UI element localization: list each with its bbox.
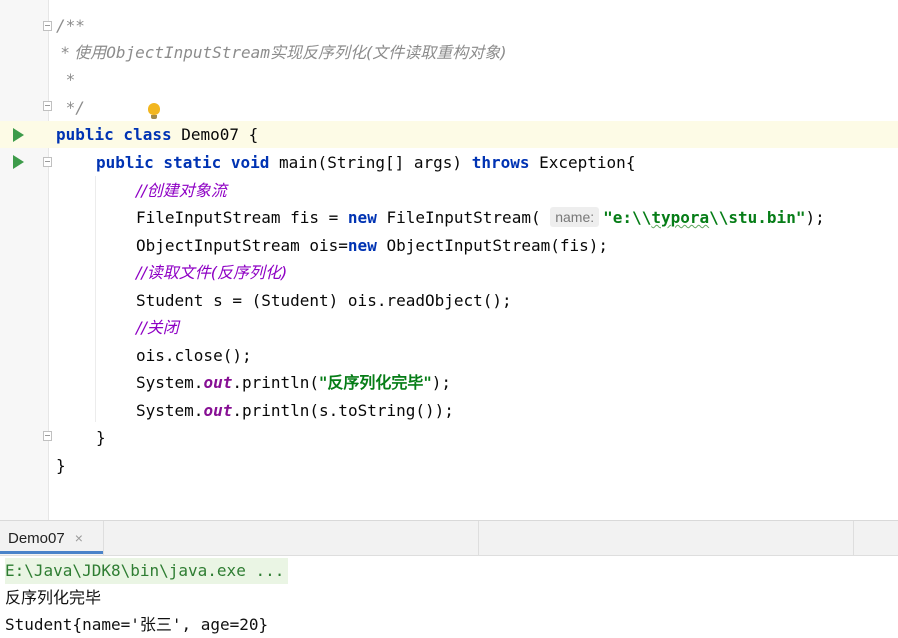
tab-divider: [853, 521, 854, 555]
run-method-icon[interactable]: [13, 155, 24, 169]
line-comment: //创建对象流: [136, 181, 227, 200]
code-line: }: [0, 424, 898, 451]
doc-comment-text: * 使用ObjectInputStream实现反序列化(文件读取重构对象): [56, 43, 507, 62]
active-tab-indicator: [0, 551, 103, 554]
class-declaration: public class Demo07 {: [56, 125, 259, 144]
tab-label: Demo07: [8, 529, 65, 547]
code-line: ObjectInputStream ois=new ObjectInputStr…: [0, 232, 898, 259]
code-line: System.out.println("反序列化完毕");: [0, 369, 898, 396]
run-tab-bar: Demo07 ×: [0, 521, 898, 556]
statement: FileInputStream fis = new FileInputStrea…: [136, 207, 825, 227]
statement: ois.close();: [136, 346, 252, 365]
console-command-line[interactable]: E:\Java\JDK8\bin\java.exe ...: [5, 558, 289, 584]
code-line: FileInputStream fis = new FileInputStrea…: [0, 204, 898, 231]
fold-icon[interactable]: [43, 157, 52, 167]
code-line: ois.close();: [0, 342, 898, 369]
code-line: System.out.println(s.toString());: [0, 397, 898, 424]
doc-comment-start: /**: [56, 16, 85, 35]
method-declaration: public static void main(String[] args) t…: [96, 153, 636, 172]
tab-demo07[interactable]: Demo07 ×: [0, 521, 91, 555]
close-icon[interactable]: ×: [75, 530, 83, 546]
lightbulb-icon[interactable]: [148, 103, 160, 119]
code-line: }: [0, 452, 898, 479]
class-close-brace: }: [56, 456, 66, 475]
code-line: //读取文件(反序列化): [0, 259, 898, 286]
code-line: //关闭: [0, 314, 898, 341]
code-editor[interactable]: /** * 使用ObjectInputStream实现反序列化(文件读取重构对象…: [0, 0, 898, 520]
line-comment: //读取文件(反序列化): [136, 263, 288, 282]
line-comment: //关闭: [136, 318, 179, 337]
fold-icon[interactable]: [43, 21, 52, 31]
statement: System.out.println(s.toString());: [136, 401, 454, 420]
run-tool-window: Demo07 × E:\Java\JDK8\bin\java.exe ... 反…: [0, 520, 898, 637]
console-output-line: 反序列化完毕: [5, 588, 102, 607]
method-close-brace: }: [96, 428, 106, 447]
doc-comment-star: *: [56, 70, 76, 89]
code-line: Student s = (Student) ois.readObject();: [0, 287, 898, 314]
code-line: public static void main(String[] args) t…: [0, 149, 898, 176]
code-line: */: [0, 94, 898, 121]
code-line: * 使用ObjectInputStream实现反序列化(文件读取重构对象): [0, 39, 898, 66]
code-line: //创建对象流: [0, 177, 898, 204]
statement: ObjectInputStream ois=new ObjectInputStr…: [136, 236, 609, 255]
code-line: /**: [0, 12, 898, 39]
tab-divider: [478, 521, 479, 555]
statement: System.out.println("反序列化完毕");: [136, 373, 451, 392]
statement: Student s = (Student) ois.readObject();: [136, 291, 512, 310]
fold-icon[interactable]: [43, 431, 52, 441]
run-class-icon[interactable]: [13, 128, 24, 142]
fold-icon[interactable]: [43, 101, 52, 111]
console-output-line: Student{name='张三', age=20}: [5, 615, 269, 634]
code-line-current: public class Demo07 {: [0, 121, 898, 148]
parameter-hint: name:: [550, 207, 600, 227]
tab-divider: [103, 521, 104, 555]
doc-comment-end: */: [56, 98, 85, 117]
code-line: *: [0, 66, 898, 93]
